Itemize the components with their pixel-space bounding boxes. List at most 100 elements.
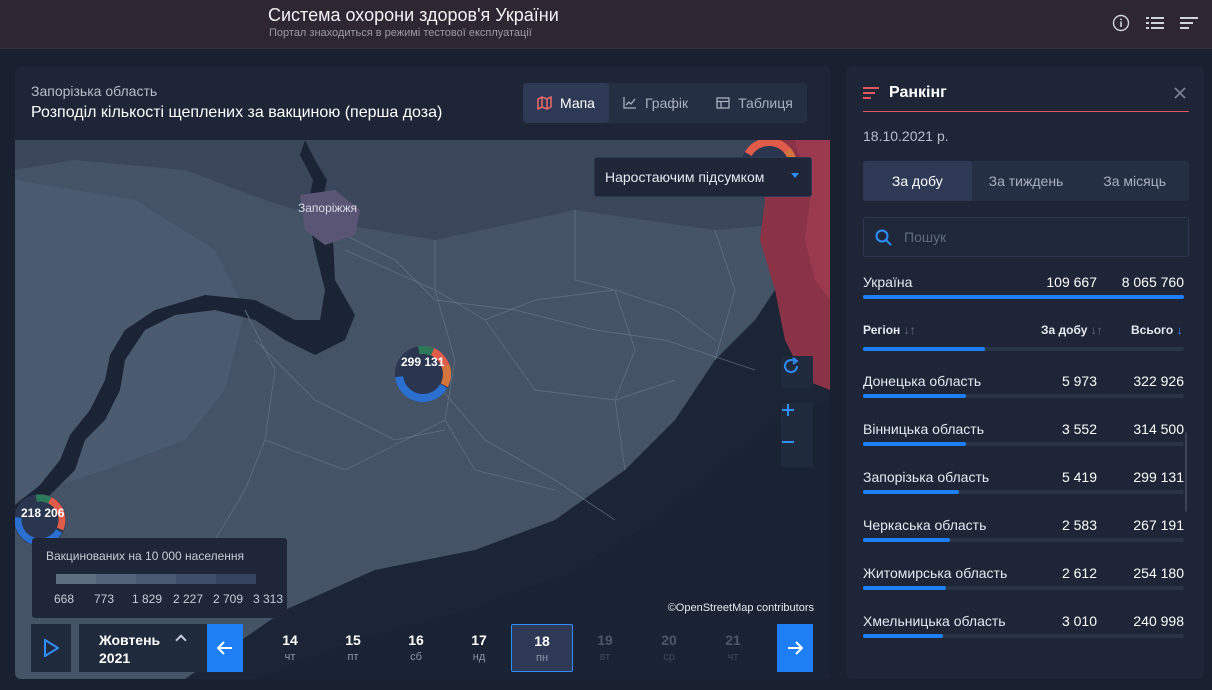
- day-number: 16: [408, 632, 424, 648]
- row-bar-track: [863, 442, 1184, 446]
- total-bar-track: [863, 295, 1184, 299]
- row-daily: 2 583: [1061, 517, 1097, 533]
- month-selector[interactable]: Жовтень 2021: [79, 624, 207, 672]
- panel-header: Запорізька область Розподіл кількості ще…: [15, 66, 830, 140]
- sort-icon: ↓↑: [903, 323, 916, 337]
- row-bar-track: [863, 634, 1184, 638]
- caret-down-icon: [791, 173, 799, 178]
- row-bar-fill: [863, 586, 947, 590]
- tab-map-label: Мапа: [560, 95, 595, 111]
- total-bar-fill: [863, 295, 1184, 299]
- day-item[interactable]: 16 сб: [385, 624, 447, 672]
- tab-period-week[interactable]: За тиждень: [972, 161, 1081, 201]
- app-header: Система охорони здоров'я України Портал …: [0, 0, 1212, 49]
- prev-day-button[interactable]: [207, 624, 243, 672]
- row-total: 267 191: [1133, 517, 1184, 533]
- table-icon: [716, 97, 730, 109]
- list-item[interactable]: Черкаська область 2 583 267 191: [863, 514, 1184, 544]
- row-total: 314 500: [1133, 421, 1184, 437]
- sort-icon: ↓↑: [1090, 323, 1103, 337]
- tab-table-label: Таблиця: [738, 95, 793, 111]
- header-bar-track: [863, 347, 1184, 351]
- sort-by-region[interactable]: Регіон ↓↑: [863, 323, 916, 337]
- refresh-icon: [784, 357, 799, 374]
- day-item: 19 вт: [574, 624, 636, 672]
- tab-period-month[interactable]: За місяць: [1080, 161, 1189, 201]
- row-region: Хмельницька область: [863, 613, 1006, 629]
- row-total: 299 131: [1133, 469, 1184, 485]
- year-label: 2021: [99, 650, 131, 666]
- row-daily: 3 010: [1061, 613, 1097, 629]
- row-region: Житомирська область: [863, 565, 1008, 581]
- total-row[interactable]: Україна 109 667 8 065 760: [863, 271, 1184, 301]
- legend-label: 773: [94, 592, 115, 606]
- tab-map[interactable]: Мапа: [523, 83, 609, 123]
- map-attribution[interactable]: ©OpenStreetMap contributors: [668, 602, 814, 614]
- list-scrollbar[interactable]: [1185, 432, 1187, 512]
- day-item: 21 чт: [702, 624, 764, 672]
- day-weekday: чт: [284, 651, 296, 663]
- play-button[interactable]: [31, 624, 71, 672]
- ranking-header: Ранкінг: [863, 82, 1189, 112]
- arrow-right-icon: [788, 641, 803, 655]
- close-icon[interactable]: [1173, 86, 1187, 100]
- map-panel: Запорізька область Розподіл кількості ще…: [15, 66, 830, 679]
- row-region: Донецька область: [863, 373, 982, 389]
- tab-table[interactable]: Таблиця: [702, 83, 807, 123]
- day-number: 14: [282, 632, 298, 648]
- day-item[interactable]: 14 чт: [259, 624, 321, 672]
- search-icon: [875, 229, 892, 246]
- list-item[interactable]: Житомирська область 2 612 254 180: [863, 562, 1184, 592]
- tab-period-day[interactable]: За добу: [863, 161, 972, 201]
- zoom-out-button[interactable]: [781, 435, 813, 467]
- zoom-in-button[interactable]: [781, 403, 813, 435]
- legend-swatch: [216, 574, 256, 584]
- day-number: 18: [534, 633, 550, 649]
- list-item[interactable]: Хмельницька область 3 010 240 998: [863, 610, 1184, 640]
- column-region-label: Регіон: [863, 323, 901, 337]
- timeline: Жовтень 2021 14 чт 15 пт 16 сб 17 нд 18 пн 19…: [31, 624, 813, 672]
- sort-by-daily[interactable]: За добу ↓↑: [1041, 323, 1103, 337]
- day-item[interactable]: 17 нд: [448, 624, 510, 672]
- info-icon[interactable]: [1110, 12, 1132, 34]
- column-daily-label: За добу: [1041, 323, 1088, 337]
- list-item[interactable]: Донецька область 5 973 322 926: [863, 370, 1184, 400]
- day-weekday: ср: [663, 651, 675, 663]
- day-item-selected[interactable]: 18 пн: [511, 624, 573, 672]
- tab-chart[interactable]: Графік: [609, 83, 702, 123]
- chart-icon: [623, 97, 636, 109]
- row-bar-fill: [863, 538, 950, 542]
- list-item[interactable]: Запорізька область 5 419 299 131: [863, 466, 1184, 496]
- day-item: 20 ср: [638, 624, 700, 672]
- cluster-value-west: 218 206: [21, 506, 65, 520]
- list-item[interactable]: Вінницька область 3 552 314 500: [863, 418, 1184, 448]
- row-bar-fill: [863, 394, 966, 398]
- ranking-title: Ранкінг: [889, 84, 947, 101]
- row-bar-fill: [863, 490, 960, 494]
- total-name: Україна: [863, 274, 913, 290]
- row-region: Запорізька область: [863, 469, 990, 485]
- legend-swatch: [136, 574, 176, 584]
- sort-desc-icon: ↓: [1176, 323, 1183, 337]
- sort-by-total[interactable]: Всього ↓: [1131, 323, 1183, 337]
- minus-icon: [782, 441, 794, 443]
- day-item[interactable]: 15 пт: [322, 624, 384, 672]
- row-bar-fill: [863, 442, 966, 446]
- legend-label: 2 709: [213, 592, 244, 606]
- mode-select[interactable]: Наростаючим підсумком: [594, 157, 812, 197]
- refresh-button[interactable]: [781, 356, 813, 388]
- menu-icon[interactable]: [1178, 12, 1200, 34]
- legend-label: 1 829: [132, 592, 163, 606]
- total-daily: 109 667: [1046, 274, 1097, 290]
- search-input[interactable]: [904, 229, 1174, 245]
- next-day-button[interactable]: [777, 624, 813, 672]
- legend-swatch: [96, 574, 136, 584]
- ranking-icon: [863, 87, 879, 99]
- day-weekday: сб: [410, 651, 422, 663]
- city-label: Запоріжжя: [298, 201, 357, 215]
- row-daily: 2 612: [1061, 565, 1097, 581]
- map-canvas[interactable]: Запоріжжя 299 131 218 206 Наростаючим пі…: [15, 140, 830, 679]
- legend-label: 668: [54, 592, 75, 606]
- map-icon: [537, 96, 552, 110]
- list-icon[interactable]: [1144, 12, 1166, 34]
